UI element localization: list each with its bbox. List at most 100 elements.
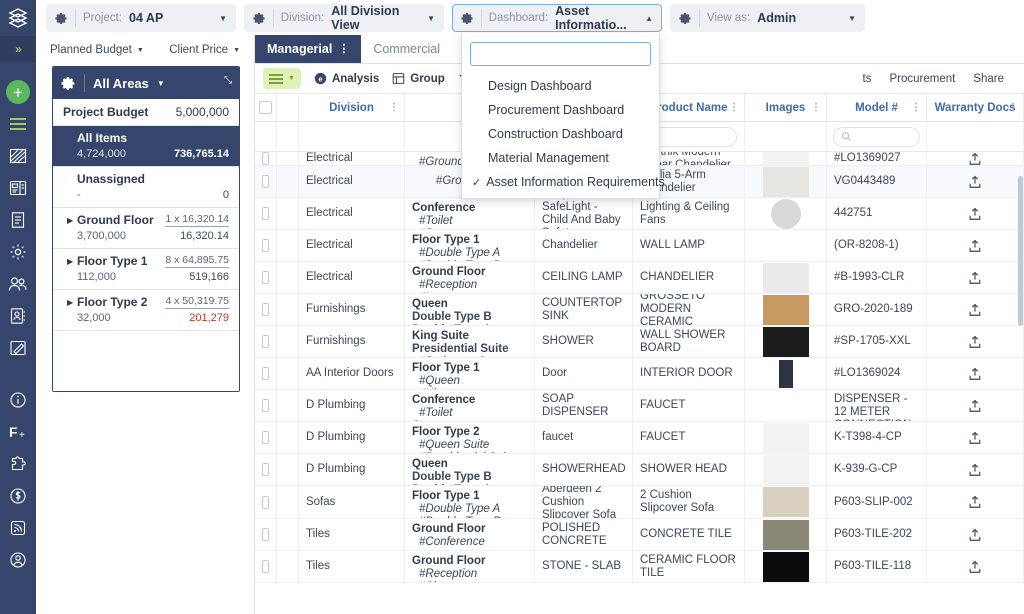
gear-icon[interactable] [679, 12, 692, 25]
row-checkbox-cell[interactable] [255, 454, 277, 485]
rss-icon[interactable] [0, 512, 36, 544]
upload-icon[interactable] [968, 239, 982, 253]
row-checkbox-cell[interactable] [255, 262, 277, 293]
row-checkbox-cell[interactable] [255, 390, 277, 421]
edit-square-icon[interactable] [0, 332, 36, 364]
product-thumbnail[interactable] [763, 552, 809, 582]
upload-icon[interactable] [968, 335, 982, 349]
column-header-model[interactable]: Model # ⋮ [827, 94, 927, 121]
row-checkbox[interactable] [262, 367, 269, 380]
chevron-down-icon[interactable]: ▼ [233, 47, 240, 54]
cell-image[interactable] [745, 454, 827, 485]
dropdown-item-asset-information-requirements[interactable]: ✓ Asset Information Requirements [462, 170, 659, 194]
scrollbar-thumb[interactable] [1018, 176, 1023, 326]
kebab-icon[interactable]: ⋮ [729, 103, 739, 113]
product-thumbnail[interactable] [763, 423, 809, 453]
expand-triangle-icon[interactable]: ▶ [67, 257, 77, 266]
table-row[interactable]: D Plumbing Conference #Toilet Queen SOAP… [255, 390, 1024, 422]
cell-warranty[interactable] [927, 390, 1024, 421]
documents-link[interactable]: ts [863, 73, 872, 85]
cell-warranty[interactable] [927, 486, 1024, 518]
expand-icon[interactable]: ⤡ [224, 76, 232, 86]
chevron-up-icon[interactable]: ▲ [635, 14, 653, 23]
add-button[interactable]: + [0, 76, 36, 108]
product-thumbnail[interactable] [763, 231, 809, 261]
cell-warranty[interactable] [927, 454, 1024, 485]
chevron-down-icon[interactable]: ▼ [157, 79, 165, 88]
row-checkbox[interactable] [262, 152, 269, 165]
app-logo-icon[interactable] [0, 0, 36, 36]
upload-icon[interactable] [968, 207, 982, 221]
planned-budget-filter[interactable]: Planned Budget ▼ [50, 44, 144, 56]
table-row[interactable]: Electrical Conference #Toilet #Prep room… [255, 198, 1024, 230]
row-checkbox[interactable] [262, 175, 269, 188]
table-row[interactable]: Furnishings Queen Double Type B Double T… [255, 294, 1024, 326]
gear-icon[interactable] [253, 12, 266, 25]
row-checkbox-cell[interactable] [255, 486, 277, 518]
procurement-link[interactable]: Procurement [889, 73, 955, 85]
product-thumbnail[interactable] [763, 520, 809, 550]
row-checkbox[interactable] [262, 399, 269, 412]
kebab-icon[interactable]: ⋮ [911, 103, 921, 113]
row-checkbox[interactable] [262, 335, 269, 348]
row-checkbox[interactable] [262, 207, 269, 220]
cell-image[interactable] [745, 358, 827, 389]
table-row[interactable]: Electrical Floor Type 1 #Double Type A #… [255, 230, 1024, 262]
upload-icon[interactable] [968, 152, 982, 165]
product-thumbnail[interactable] [763, 327, 809, 357]
cell-image[interactable] [745, 422, 827, 453]
gear-icon[interactable] [55, 12, 68, 25]
column-header-division[interactable]: Division ⋮ [299, 94, 405, 121]
cell-warranty[interactable] [927, 166, 1024, 197]
layout-board-icon[interactable] [0, 172, 36, 204]
gear-icon[interactable] [461, 12, 474, 25]
budget-row-unassigned[interactable]: Unassigned - 0 [53, 167, 239, 208]
budget-row-project[interactable]: Project Budget 5,000,000 [53, 99, 239, 126]
cell-warranty[interactable] [927, 422, 1024, 453]
budget-row-floor-type-1[interactable]: ▶ Floor Type 1 8 x 64,895.75 112,000 519… [53, 249, 239, 290]
product-thumbnail[interactable] [779, 360, 793, 388]
menu-lines-icon[interactable] [0, 108, 36, 140]
product-thumbnail[interactable] [763, 391, 809, 421]
upload-icon[interactable] [968, 528, 982, 542]
view-as-selector[interactable]: View as: Admin ▼ [670, 4, 865, 32]
area-grid-icon[interactable] [0, 140, 36, 172]
row-checkbox-cell[interactable] [255, 358, 277, 389]
cell-image[interactable] [745, 390, 827, 421]
row-checkbox-cell[interactable] [255, 230, 277, 261]
search-cell-model[interactable] [827, 122, 927, 152]
cell-warranty[interactable] [927, 358, 1024, 389]
cell-image[interactable] [745, 326, 827, 357]
invoice-icon[interactable] [0, 204, 36, 236]
cell-warranty[interactable] [927, 198, 1024, 229]
product-thumbnail[interactable] [763, 295, 809, 325]
table-row[interactable]: Furnishings King Suite Presidential Suit… [255, 326, 1024, 358]
chevron-down-icon[interactable]: ▼ [209, 14, 227, 23]
table-row[interactable]: D Plumbing Queen Double Type B Double Ty… [255, 454, 1024, 486]
dropdown-item-design-dashboard[interactable]: Design Dashboard [462, 74, 659, 98]
cell-image[interactable] [745, 294, 827, 325]
gear-icon[interactable] [0, 236, 36, 268]
row-checkbox-cell[interactable] [255, 519, 277, 550]
project-selector[interactable]: Project: 04 AP ▼ [46, 4, 236, 32]
upload-icon[interactable] [968, 431, 982, 445]
upload-icon[interactable] [968, 560, 982, 574]
share-link[interactable]: Share [973, 73, 1004, 85]
upload-icon[interactable] [968, 399, 982, 413]
client-price-filter[interactable]: Client Price ▼ [169, 44, 240, 56]
row-checkbox-cell[interactable] [255, 166, 277, 197]
cell-image[interactable] [745, 262, 827, 293]
row-checkbox-cell[interactable] [255, 422, 277, 453]
account-icon[interactable] [0, 544, 36, 576]
f-plus-icon[interactable]: F + [0, 416, 36, 448]
dashboard-search-input[interactable] [470, 42, 651, 66]
upload-icon[interactable] [968, 367, 982, 381]
cell-image[interactable] [745, 198, 827, 229]
cell-image[interactable] [745, 551, 827, 582]
row-checkbox[interactable] [262, 528, 269, 541]
sidebar-collapse-toggle[interactable]: » [0, 36, 36, 62]
dollar-circle-icon[interactable] [0, 480, 36, 512]
row-checkbox[interactable] [262, 239, 269, 252]
chevron-down-icon[interactable]: ▼ [838, 14, 856, 23]
tab-managerial[interactable]: Managerial ⋮ [255, 35, 361, 63]
